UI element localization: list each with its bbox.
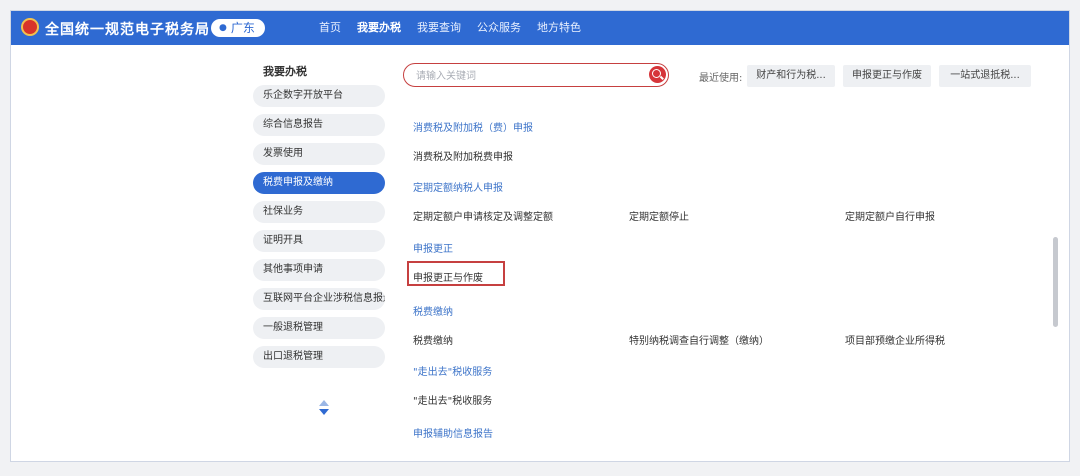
nav-item-query[interactable]: 我要查询 [409, 11, 469, 45]
sidebar-item-comprehensive-report[interactable]: 综合信息报告 [253, 114, 385, 136]
service-fixed-quota-apply[interactable]: 定期定额户申请核定及调整定额 [413, 208, 553, 223]
main-content: 最近使用: 财产和行为税... 申报更正与作废 一站式退抵税... 消费税及附加… [401, 57, 1059, 461]
scroll-down-arrow-icon[interactable] [319, 409, 329, 415]
sidebar-item-leqi-platform[interactable]: 乐企数字开放平台 [253, 85, 385, 107]
section-title-auxiliary-report: 申报辅助信息报告 [413, 429, 493, 440]
search-button[interactable] [649, 66, 666, 83]
sidebar-item-other-applications[interactable]: 其他事项申请 [253, 259, 385, 281]
browser-frame: 全国统一规范电子税务局 ● 广东 首页 我要办税 我要查询 公众服务 地方特色 … [10, 10, 1070, 462]
section-title-fixed-quota: 定期定额纳税人申报 [413, 183, 503, 194]
recent-item-property-tax[interactable]: 财产和行为税... [747, 65, 835, 87]
nav-item-public-service[interactable]: 公众服务 [469, 11, 529, 45]
region-label: 广东 [230, 21, 255, 35]
search-box [403, 63, 669, 87]
nav-item-home[interactable]: 首页 [311, 11, 349, 45]
search-input[interactable] [414, 67, 638, 85]
sidebar-item-general-refund[interactable]: 一般退税管理 [253, 317, 385, 339]
section-title-filing-correction: 申报更正 [413, 244, 453, 255]
sidebar-item-internet-platform-report[interactable]: 互联网平台企业涉税信息报送 [253, 288, 385, 310]
sidebar: 我要办税 乐企数字开放平台 综合信息报告 发票使用 税费申报及缴纳 社保业务 证… [253, 57, 393, 375]
service-tax-payment[interactable]: 税费缴纳 [413, 332, 453, 347]
scroll-up-arrow-icon[interactable] [319, 400, 329, 406]
section-title-going-global: "走出去"税收服务 [413, 367, 493, 378]
recent-item-refund[interactable]: 一站式退抵税... [939, 65, 1031, 87]
section-title-tax-payment: 税费缴纳 [413, 307, 453, 318]
sidebar-item-social-security[interactable]: 社保业务 [253, 201, 385, 223]
recent-label: 最近使用: [699, 73, 743, 84]
service-project-prepaid-income-tax[interactable]: 项目部预缴企业所得税 [845, 332, 945, 347]
region-selector[interactable]: ● 广东 [211, 19, 265, 37]
service-consumption-tax-filing[interactable]: 消费税及附加税费申报 [413, 148, 513, 163]
sidebar-item-certificate[interactable]: 证明开具 [253, 230, 385, 252]
nav-item-tax-handling[interactable]: 我要办税 [349, 11, 409, 45]
highlight-box [407, 261, 505, 286]
sidebar-item-tax-filing-payment[interactable]: 税费申报及缴纳 [253, 172, 385, 194]
site-title[interactable]: 全国统一规范电子税务局 [45, 19, 210, 39]
section-title-consumption-tax: 消费税及附加税（费）申报 [413, 123, 533, 134]
service-fixed-quota-self-filing[interactable]: 定期定额户自行申报 [845, 208, 935, 223]
content-scrollbar[interactable] [1053, 107, 1059, 457]
recent-item-correction[interactable]: 申报更正与作废 [843, 65, 931, 87]
top-navigation-bar: 全国统一规范电子税务局 ● 广东 首页 我要办税 我要查询 公众服务 地方特色 [11, 11, 1069, 45]
sidebar-title: 我要办税 [263, 65, 307, 78]
sidebar-scroll-arrows[interactable] [317, 399, 331, 419]
service-special-tax-adjustment[interactable]: 特别纳税调查自行调整（缴纳） [629, 332, 769, 347]
main-nav: 首页 我要办税 我要查询 公众服务 地方特色 [311, 11, 589, 45]
scrollbar-thumb[interactable] [1053, 237, 1058, 327]
service-fixed-quota-stop[interactable]: 定期定额停止 [629, 208, 689, 223]
location-pin-icon: ● [219, 23, 227, 33]
sidebar-item-export-refund[interactable]: 出口退税管理 [253, 346, 385, 368]
nav-item-local-features[interactable]: 地方特色 [529, 11, 589, 45]
service-going-global[interactable]: "走出去"税收服务 [413, 392, 492, 407]
sidebar-item-invoice-use[interactable]: 发票使用 [253, 143, 385, 165]
tax-emblem-icon [21, 18, 39, 36]
